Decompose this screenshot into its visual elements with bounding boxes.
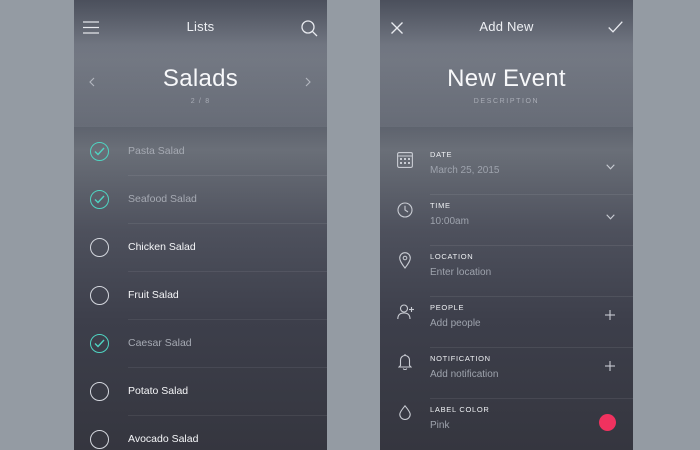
description-field[interactable]: DESCRIPTION bbox=[380, 98, 633, 105]
field-label: PEOPLE bbox=[430, 303, 465, 312]
location-pin-icon bbox=[399, 252, 411, 274]
empty-circle-icon[interactable] bbox=[90, 238, 109, 257]
time-field[interactable]: TIME 10:00am bbox=[380, 195, 633, 246]
search-icon[interactable] bbox=[301, 20, 318, 37]
notification-field[interactable]: NOTIFICATION Add notification bbox=[380, 348, 633, 399]
field-value[interactable]: Add notification bbox=[430, 369, 498, 380]
checkmark-icon[interactable] bbox=[608, 21, 623, 33]
field-label: NOTIFICATION bbox=[430, 354, 491, 363]
list-title: Salads bbox=[162, 65, 239, 92]
color-swatch[interactable] bbox=[599, 414, 616, 431]
event-title[interactable]: New Event bbox=[380, 65, 633, 93]
list-item[interactable]: Pasta Salad bbox=[74, 128, 327, 176]
drop-icon bbox=[399, 404, 411, 425]
location-input[interactable]: Enter location bbox=[430, 267, 491, 278]
list-item-label: Pasta Salad bbox=[128, 145, 185, 157]
list-item-label: Potato Salad bbox=[128, 385, 189, 397]
field-label: DATE bbox=[430, 150, 453, 159]
plus-icon[interactable] bbox=[605, 307, 615, 325]
list-item[interactable]: Avocado Salad bbox=[74, 416, 327, 450]
list-item[interactable]: Fruit Salad bbox=[74, 272, 327, 320]
checked-circle-icon[interactable] bbox=[90, 334, 109, 353]
nav-title: Add New bbox=[479, 19, 534, 34]
field-value[interactable]: Add people bbox=[430, 318, 481, 329]
clock-icon bbox=[397, 202, 413, 223]
list-item-label: Fruit Salad bbox=[128, 289, 179, 301]
empty-circle-icon[interactable] bbox=[90, 430, 109, 449]
field-label: LABEL COLOR bbox=[430, 405, 490, 414]
field-value[interactable]: 10:00am bbox=[430, 216, 469, 227]
field-label: LOCATION bbox=[430, 252, 474, 261]
calendar-icon bbox=[397, 152, 413, 173]
plus-icon[interactable] bbox=[605, 358, 615, 376]
checked-circle-icon[interactable] bbox=[90, 142, 109, 161]
location-field[interactable]: LOCATION Enter location bbox=[380, 246, 633, 297]
chevron-right-icon[interactable] bbox=[305, 77, 311, 87]
add-new-screen: Add New New Event DESCRIPTION DATE March… bbox=[380, 0, 633, 450]
bell-icon bbox=[397, 353, 413, 375]
people-field[interactable]: PEOPLE Add people bbox=[380, 297, 633, 348]
list-item[interactable]: Seafood Salad bbox=[74, 176, 327, 224]
chevron-down-icon[interactable] bbox=[606, 157, 615, 175]
add-person-icon bbox=[397, 304, 415, 325]
field-value[interactable]: Pink bbox=[430, 420, 449, 431]
empty-circle-icon[interactable] bbox=[90, 382, 109, 401]
checked-circle-icon[interactable] bbox=[90, 190, 109, 209]
list-item-label: Seafood Salad bbox=[128, 193, 197, 205]
chevron-down-icon[interactable] bbox=[606, 207, 615, 225]
date-field[interactable]: DATE March 25, 2015 bbox=[380, 144, 633, 195]
list-item-label: Caesar Salad bbox=[128, 337, 192, 349]
list-item-label: Chicken Salad bbox=[128, 241, 196, 253]
lists-screen: Lists Salads 2 / 8 Pasta Salad Seafood S… bbox=[74, 0, 327, 450]
empty-circle-icon[interactable] bbox=[90, 286, 109, 305]
nav-title: Lists bbox=[186, 19, 215, 34]
list-item[interactable]: Caesar Salad bbox=[74, 320, 327, 368]
list-item-label: Avocado Salad bbox=[128, 433, 199, 445]
list-item[interactable]: Chicken Salad bbox=[74, 224, 327, 272]
add-new-navbar: Add New bbox=[380, 0, 633, 46]
pager-indicator: 2 / 8 bbox=[190, 98, 211, 105]
field-value[interactable]: March 25, 2015 bbox=[430, 165, 500, 176]
lists-navbar: Lists bbox=[74, 0, 327, 46]
list-item[interactable]: Potato Salad bbox=[74, 368, 327, 416]
label-color-field[interactable]: LABEL COLOR Pink bbox=[380, 399, 633, 450]
field-label: TIME bbox=[430, 201, 451, 210]
